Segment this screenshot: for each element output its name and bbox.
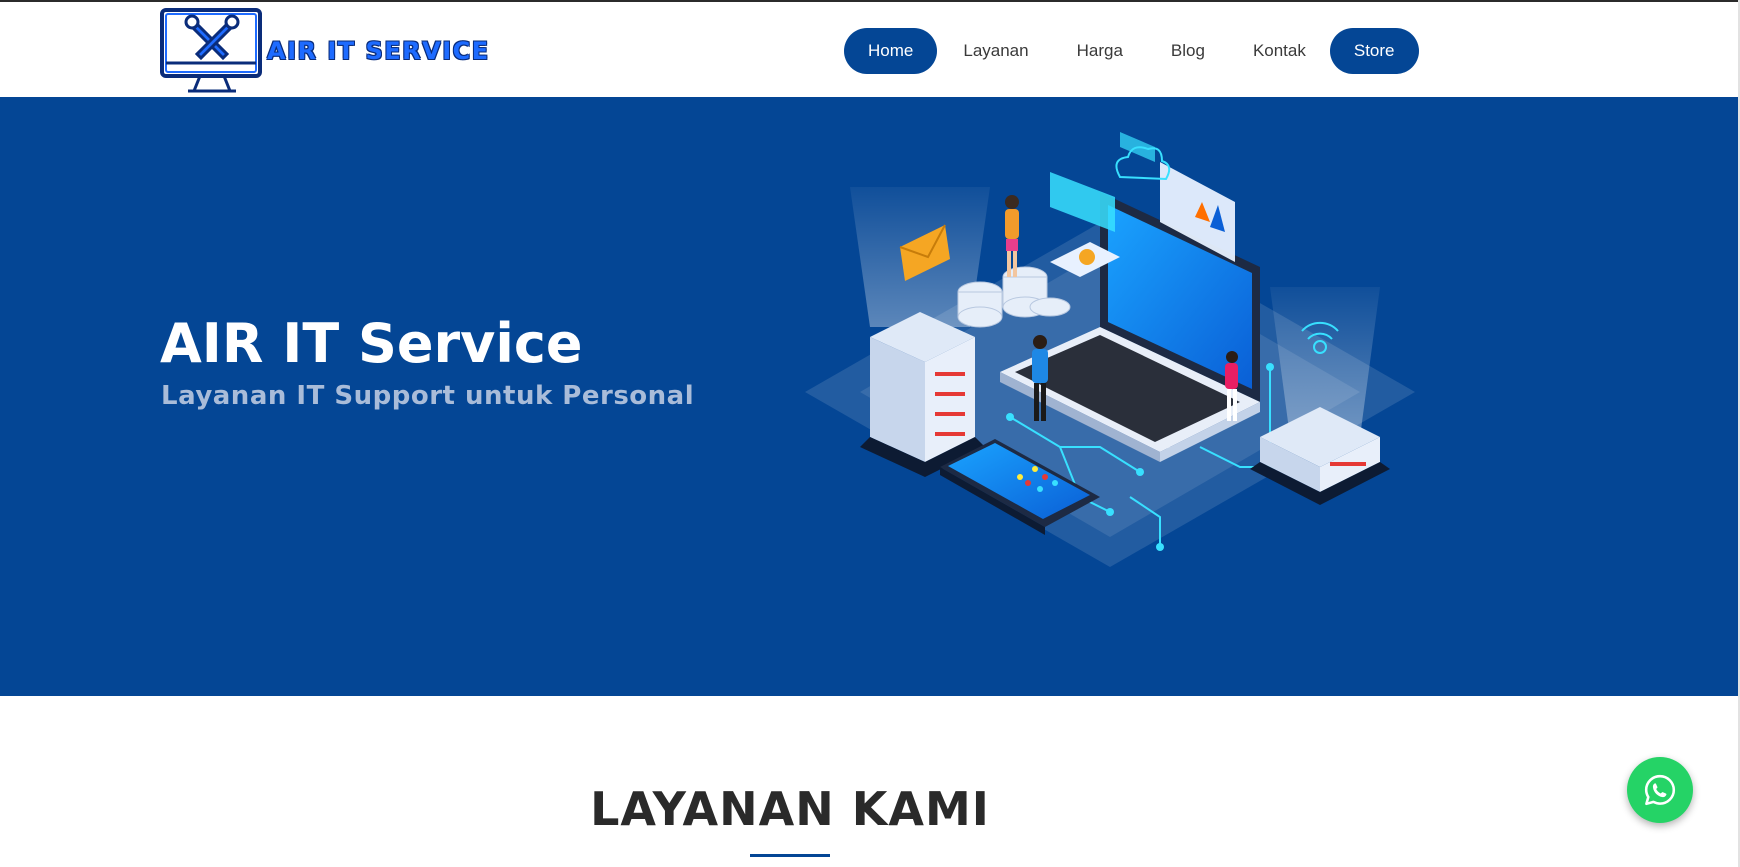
nav-home[interactable]: Home: [844, 28, 938, 74]
hero-subtitle: Layanan IT Support untuk Personal: [161, 381, 695, 411]
whatsapp-chat-button[interactable]: [1627, 757, 1693, 823]
nav-layanan[interactable]: Layanan: [939, 28, 1052, 74]
site-header: AIR IT SERVICE Home Layanan Harga Blog K…: [0, 2, 1740, 97]
server-rack-left: [860, 312, 985, 477]
whatsapp-icon: [1644, 774, 1676, 806]
main-nav: Home Layanan Harga Blog Kontak Store: [844, 28, 1419, 74]
person-woman-left: [1005, 195, 1019, 277]
nav-blog[interactable]: Blog: [1147, 28, 1229, 74]
site-logo[interactable]: AIR IT SERVICE: [160, 7, 488, 95]
hero-banner: AIR IT Service Layanan IT Support untuk …: [0, 97, 1740, 696]
nav-kontak[interactable]: Kontak: [1229, 28, 1330, 74]
section-title-underline: [750, 854, 830, 857]
logo-text: AIR IT SERVICE: [267, 37, 490, 65]
hero-title: AIR IT Service: [160, 312, 583, 375]
section-title: LAYANAN KAMI: [590, 782, 990, 836]
it-services-illustration: [805, 132, 1415, 567]
monitor-tools-icon: [160, 8, 262, 93]
nav-store-button[interactable]: Store: [1329, 28, 1419, 74]
nav-harga[interactable]: Harga: [1053, 28, 1147, 74]
